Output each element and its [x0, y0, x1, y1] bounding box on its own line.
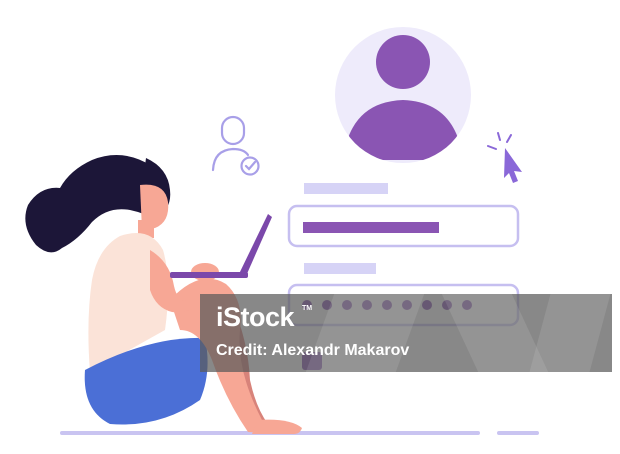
- laptop: [170, 214, 272, 278]
- watermark-shard: [529, 294, 611, 372]
- watermark-logo: iStock: [216, 302, 295, 332]
- watermark-credit: Credit: Alexandr Makarov: [216, 342, 410, 359]
- username-field: [287, 204, 520, 248]
- password-label-bar: [304, 263, 376, 274]
- watermark-shard: [305, 294, 425, 372]
- username-label-bar: [304, 183, 388, 194]
- watermark-trademark: TM: [302, 305, 313, 312]
- floor-line-short: [497, 431, 539, 435]
- login-illustration: [25, 27, 539, 435]
- cursor-icon: [487, 132, 522, 183]
- istock-watermark: iStock TM Credit: Alexandr Makarov: [200, 294, 612, 372]
- user-check-icon: [211, 115, 260, 176]
- avatar-icon: [335, 27, 471, 163]
